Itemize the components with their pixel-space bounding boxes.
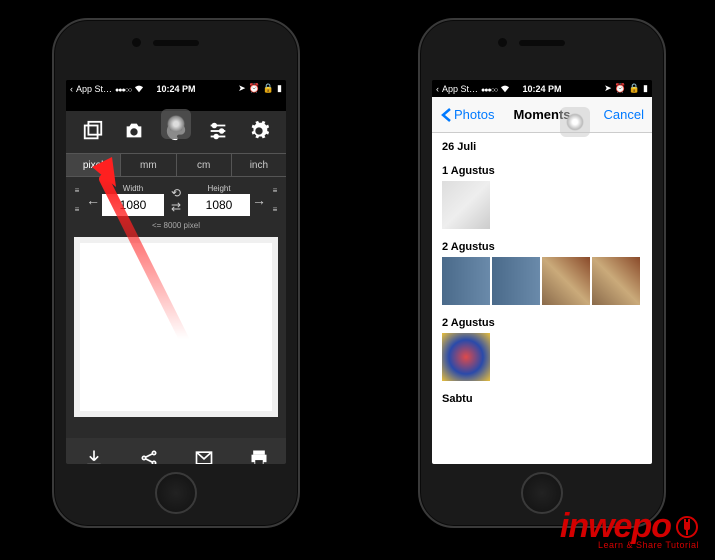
mail-icon[interactable] [191,445,217,464]
stepper-right[interactable] [268,186,282,214]
gear-icon[interactable] [246,118,272,144]
canvas-blank [80,243,272,411]
print-icon[interactable] [246,445,272,464]
link-aspect-icon[interactable]: ⟲⇄ [166,186,186,214]
sliders-icon[interactable] [205,118,231,144]
thumbnail-row [432,181,652,233]
size-hint: <= 8000 pixel [66,221,286,233]
section-header: 2 Agustus [432,233,652,257]
photo-thumbnail[interactable] [542,257,590,305]
front-camera [132,38,141,47]
section-header: Sabtu [432,385,652,409]
chevron-left-icon [440,107,452,123]
gallery-icon[interactable] [80,118,106,144]
back-to-app-label[interactable]: App St… [76,84,112,94]
thumbnail-row [432,257,652,309]
status-bar: ‹ App St… 10:24 PM ➤ ⏰ 🔒 ▮ [66,80,286,97]
plug-icon [675,515,699,539]
photo-thumbnail[interactable] [492,257,540,305]
battery-icon: ▮ [277,83,282,94]
cell-signal-icon [481,84,497,94]
section-header: 2 Agustus [432,309,652,333]
photo-thumbnail[interactable] [442,181,490,229]
image-editor-app: pixel mm cm inch ← Width 1080 ⟲⇄ Height … [66,111,286,464]
clock: 10:24 PM [156,84,195,94]
back-label: Photos [454,107,494,122]
alarm-icon: ⏰ [615,83,626,94]
clock: 10:24 PM [522,84,561,94]
back-button[interactable]: Photos [440,107,494,123]
photo-thumbnail[interactable] [442,257,490,305]
assistive-touch-button[interactable] [161,109,191,139]
photo-thumbnail[interactable] [592,257,640,305]
unit-cm[interactable]: cm [177,154,232,176]
camera-icon[interactable] [121,118,147,144]
unit-pixel[interactable]: pixel [66,154,121,176]
share-icon[interactable] [136,445,162,464]
cancel-button[interactable]: Cancel [604,107,644,122]
home-button[interactable] [521,472,563,514]
unit-selector: pixel mm cm inch [66,153,286,177]
bottom-toolbar [66,438,286,464]
wifi-icon [134,85,144,93]
width-input[interactable]: 1080 [102,194,164,216]
rotation-lock-icon: 🔒 [629,83,640,94]
front-camera [498,38,507,47]
screen-left: ‹ App St… 10:24 PM ➤ ⏰ 🔒 ▮ [66,80,286,464]
unit-mm[interactable]: mm [121,154,176,176]
stepper-left[interactable] [70,186,84,214]
location-icon: ➤ [238,83,246,94]
home-button[interactable] [155,472,197,514]
alarm-icon: ⏰ [249,83,260,94]
section-header: 1 Agustus [432,157,652,181]
phone-frame-right: ‹ App St… 10:24 PM ➤ ⏰ 🔒 ▮ Photos Moment… [418,18,666,528]
earpiece-speaker [153,40,199,46]
photos-picker-app: Photos Moments Cancel 26 Juli 1 Agustus … [432,97,652,464]
thumbnail-row [432,333,652,385]
wifi-icon [500,85,510,93]
rotation-lock-icon: 🔒 [263,83,274,94]
back-to-app-icon[interactable]: ‹ [436,84,439,94]
location-icon: ➤ [604,83,612,94]
nav-bar: Photos Moments Cancel [432,97,652,133]
width-label: Width [102,184,164,194]
screen-right: ‹ App St… 10:24 PM ➤ ⏰ 🔒 ▮ Photos Moment… [432,80,652,464]
phone-frame-left: ‹ App St… 10:24 PM ➤ ⏰ 🔒 ▮ [52,18,300,528]
section-header: 26 Juli [432,133,652,157]
arrow-right-icon[interactable]: → [252,192,266,208]
cell-signal-icon [115,84,131,94]
arrow-left-icon[interactable]: ← [86,192,100,208]
download-icon[interactable] [81,445,107,464]
canvas-area[interactable] [74,237,278,417]
back-to-app-icon[interactable]: ‹ [70,84,73,94]
status-bar: ‹ App St… 10:24 PM ➤ ⏰ 🔒 ▮ [432,80,652,97]
earpiece-speaker [519,40,565,46]
assistive-touch-button[interactable] [560,107,590,137]
height-label: Height [188,184,250,194]
photo-thumbnail[interactable] [442,333,490,381]
dimension-row: ← Width 1080 ⟲⇄ Height 1080 → [66,179,286,221]
moments-scroll[interactable]: 26 Juli 1 Agustus 2 Agustus 2 Agustus Sa… [432,133,652,464]
battery-icon: ▮ [643,83,648,94]
back-to-app-label[interactable]: App St… [442,84,478,94]
unit-inch[interactable]: inch [232,154,286,176]
watermark-logo: inwepo Learn & Share Tutorial [560,507,699,550]
height-input[interactable]: 1080 [188,194,250,216]
